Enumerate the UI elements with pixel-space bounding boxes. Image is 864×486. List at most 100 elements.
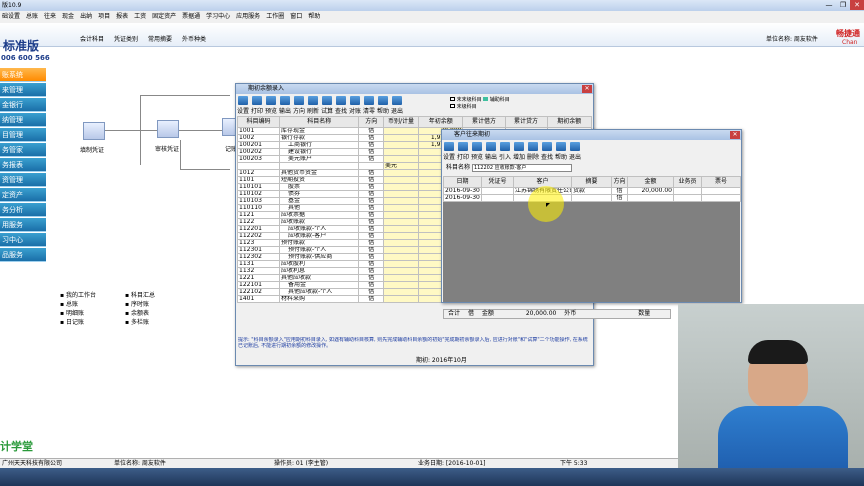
table-cell[interactable]: 预付账款 bbox=[279, 239, 360, 247]
table-cell[interactable]: 借 bbox=[358, 155, 385, 163]
help-button[interactable]: 帮助 bbox=[554, 142, 568, 161]
menu-item[interactable]: 窗口 bbox=[290, 11, 302, 23]
exit-button[interactable]: 退出 bbox=[568, 142, 582, 161]
flow-label[interactable]: 填制凭证 bbox=[80, 145, 104, 154]
table-row[interactable]: 2016-09-30 借 bbox=[443, 194, 741, 202]
find-button[interactable]: 查找 bbox=[540, 142, 554, 161]
table-cell[interactable]: 借 bbox=[358, 148, 385, 156]
table-cell[interactable]: 20,000.00 bbox=[627, 187, 674, 195]
table-cell[interactable]: 借 bbox=[358, 288, 385, 296]
minimize-icon[interactable]: — bbox=[822, 0, 836, 10]
table-cell[interactable] bbox=[279, 162, 360, 170]
table-cell[interactable]: 112201 bbox=[236, 225, 281, 233]
table-cell[interactable]: 借 bbox=[358, 127, 385, 135]
table-cell[interactable]: 应收股利 bbox=[279, 260, 360, 268]
menu-item[interactable]: 总账 bbox=[26, 11, 38, 23]
reconcile-button[interactable]: 对账 bbox=[348, 96, 362, 115]
link-journal[interactable]: ▪ 日记账 bbox=[60, 317, 96, 326]
link-detail[interactable]: ▪ 明细账 bbox=[60, 308, 96, 317]
link-workbench[interactable]: ▪ 我的工作台 bbox=[60, 290, 96, 299]
preview-button[interactable]: 预览 bbox=[470, 142, 484, 161]
menu-item[interactable]: 帮助 bbox=[308, 11, 320, 23]
table-cell[interactable]: 1122 bbox=[236, 218, 281, 226]
table-cell[interactable] bbox=[673, 187, 702, 195]
refresh-button[interactable]: 刷新 bbox=[306, 96, 320, 115]
table-cell[interactable]: 材料采购 bbox=[279, 295, 360, 303]
flow-label[interactable]: 审核凭证 bbox=[155, 144, 179, 153]
table-cell[interactable] bbox=[383, 127, 420, 135]
table-cell[interactable]: 100202 bbox=[236, 148, 281, 156]
table-cell[interactable]: 库存现金 bbox=[279, 127, 360, 135]
table-cell[interactable]: 100203 bbox=[236, 155, 281, 163]
table-cell[interactable]: 股票 bbox=[279, 183, 360, 191]
table-cell[interactable]: 借 bbox=[358, 183, 385, 191]
table-cell[interactable]: 2016-09-30 bbox=[443, 194, 482, 202]
table-cell[interactable]: 借 bbox=[358, 211, 385, 219]
table-cell[interactable] bbox=[481, 187, 514, 195]
nav-item[interactable]: 务分析 bbox=[0, 203, 46, 217]
menu-item[interactable]: 固定资产 bbox=[152, 11, 176, 23]
table-cell[interactable]: 应收票据 bbox=[279, 211, 360, 219]
table-cell[interactable] bbox=[383, 281, 420, 289]
nav-item[interactable]: 来管理 bbox=[0, 83, 46, 97]
table-cell[interactable]: 1221 bbox=[236, 274, 281, 282]
table-cell[interactable]: 借 bbox=[358, 225, 385, 233]
table-cell[interactable] bbox=[383, 141, 420, 149]
table-cell[interactable] bbox=[627, 194, 674, 202]
table-cell[interactable]: 美元 bbox=[383, 162, 420, 170]
table-cell[interactable]: 应收利息 bbox=[279, 267, 360, 275]
table-cell[interactable] bbox=[383, 176, 420, 184]
table-cell[interactable]: 借 bbox=[358, 246, 385, 254]
table-cell[interactable] bbox=[383, 169, 420, 177]
table-cell[interactable]: 应收账款-客户 bbox=[279, 232, 360, 240]
posting-icon[interactable] bbox=[222, 118, 236, 136]
table-cell[interactable]: 借 bbox=[358, 190, 385, 198]
table-cell[interactable]: 借 bbox=[611, 187, 628, 195]
table-cell[interactable]: 112302 bbox=[236, 253, 281, 261]
table-cell[interactable]: 1123 bbox=[236, 239, 281, 247]
table-cell[interactable]: 借 bbox=[358, 197, 385, 205]
nav-item[interactable]: 纳管理 bbox=[0, 113, 46, 127]
menu-item[interactable]: 票据通 bbox=[182, 11, 200, 23]
menu-item[interactable]: 工作圈 bbox=[266, 11, 284, 23]
table-cell[interactable] bbox=[383, 204, 420, 212]
add-button[interactable]: 增加 bbox=[512, 142, 526, 161]
clear-button[interactable]: 清零 bbox=[362, 96, 376, 115]
tab-summary[interactable]: 常用摘要 bbox=[148, 34, 172, 43]
table-cell[interactable]: 预付账款-个人 bbox=[279, 246, 360, 254]
table-cell[interactable]: 建设银行 bbox=[279, 148, 360, 156]
link-sequence[interactable]: ▪ 序时账 bbox=[125, 299, 155, 308]
print-button[interactable]: 打印 bbox=[250, 96, 264, 115]
table-cell[interactable]: 债券 bbox=[279, 190, 360, 198]
tab-currency[interactable]: 外币种类 bbox=[182, 34, 206, 43]
table-cell[interactable]: 2016-09-30 bbox=[443, 187, 482, 195]
table-cell[interactable]: 应收账款 bbox=[279, 218, 360, 226]
preview-button[interactable]: 预览 bbox=[264, 96, 278, 115]
table-cell[interactable] bbox=[383, 260, 420, 268]
table-cell[interactable]: 美元账户 bbox=[279, 155, 360, 163]
table-cell[interactable]: 110103 bbox=[236, 197, 281, 205]
tab-accounts[interactable]: 会计科目 bbox=[80, 34, 104, 43]
audit-voucher-icon[interactable] bbox=[157, 120, 179, 138]
delete-button[interactable]: 删除 bbox=[526, 142, 540, 161]
table-cell[interactable] bbox=[383, 155, 420, 163]
table-cell[interactable]: 货款 bbox=[571, 187, 612, 195]
print-button[interactable]: 打印 bbox=[456, 142, 470, 161]
table-cell[interactable] bbox=[383, 148, 420, 156]
table-cell[interactable]: 借 bbox=[358, 204, 385, 212]
table-cell[interactable] bbox=[673, 194, 702, 202]
table-cell[interactable] bbox=[383, 253, 420, 261]
table-cell[interactable] bbox=[383, 288, 420, 296]
direction-button[interactable]: 方向 bbox=[292, 96, 306, 115]
table-cell[interactable]: 其他货币资金 bbox=[279, 169, 360, 177]
settings-button[interactable]: 设置 bbox=[236, 96, 250, 115]
table-cell[interactable]: 应收账款-个人 bbox=[279, 225, 360, 233]
table-cell[interactable]: 1132 bbox=[236, 267, 281, 275]
voucher-entry-icon[interactable] bbox=[83, 122, 105, 140]
table-cell[interactable]: 预付账款-供应商 bbox=[279, 253, 360, 261]
table-row[interactable]: 2016-09-30江苏锦绣有限责任公司货款借20,000.00 bbox=[443, 187, 741, 195]
nav-item[interactable]: 品服务 bbox=[0, 248, 46, 262]
table-cell[interactable]: 其他 bbox=[279, 204, 360, 212]
table-cell[interactable]: 基金 bbox=[279, 197, 360, 205]
table-cell[interactable] bbox=[383, 211, 420, 219]
